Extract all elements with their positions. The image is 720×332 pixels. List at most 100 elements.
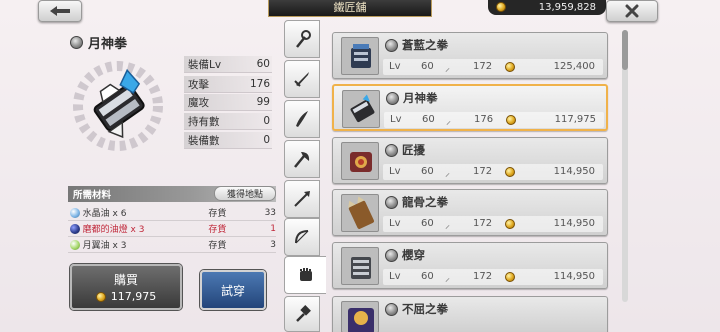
bow-icon — [295, 230, 309, 244]
attack-icon: ⸝ — [445, 273, 450, 284]
weapon-card[interactable]: 櫻穿 Lv 60 ⸝ 172 114,950 — [332, 242, 608, 289]
tab-sword[interactable] — [284, 60, 320, 98]
sword-icon — [294, 72, 309, 87]
back-button[interactable] — [38, 0, 82, 22]
attack-value: 176 — [474, 114, 494, 125]
tab-hammer[interactable] — [284, 296, 320, 332]
stat-value: 0 — [263, 134, 270, 146]
attack-value: 172 — [473, 61, 493, 72]
price-value: 114,950 — [553, 218, 595, 229]
stat-label: 持有數 — [188, 115, 220, 128]
buy-price: 117,975 — [95, 290, 156, 303]
tab-spear[interactable] — [284, 180, 320, 218]
weapon-type-badge-icon — [385, 38, 398, 52]
close-icon — [625, 4, 639, 18]
level-value: 60 — [421, 218, 434, 229]
material-stock-label: 存貨 — [208, 209, 227, 219]
try-on-button[interactable]: 試穿 — [200, 270, 266, 310]
level-value: 60 — [422, 114, 435, 125]
material-name: 水晶油 x 6 — [82, 209, 127, 219]
curved-blade-icon — [296, 111, 308, 127]
gauntlet-icon — [341, 37, 379, 75]
list-scrollbar[interactable] — [622, 30, 628, 302]
weapon-card[interactable]: 不屈之拳 — [332, 296, 608, 332]
back-arrow-icon — [50, 6, 70, 16]
stat-value: 0 — [263, 115, 270, 127]
weapon-name: 匠擾 — [402, 143, 425, 157]
moonwing-oil-icon — [70, 239, 80, 250]
weapon-name: 龍骨之拳 — [402, 195, 448, 209]
item-name: 月神拳 — [88, 37, 128, 52]
axe-icon — [294, 152, 310, 168]
gauntlet-icon — [341, 301, 379, 332]
stat-row-owned: 持有數 0 — [184, 113, 272, 130]
level-label: Lv — [390, 114, 402, 125]
attack-icon: ⸝ — [445, 63, 450, 74]
level-value: 60 — [421, 166, 434, 177]
tab-bow[interactable] — [284, 218, 320, 256]
weapon-name: 蒼藍之拳 — [402, 38, 448, 52]
level-value: 60 — [421, 271, 434, 282]
price-value: 117,975 — [554, 114, 596, 125]
weapon-card[interactable]: 匠擾 Lv 60 ⸝ 172 114,950 — [332, 137, 608, 184]
material-count: 3 — [270, 239, 277, 250]
tab-axe[interactable] — [284, 140, 320, 178]
close-button[interactable] — [606, 0, 658, 22]
weapon-card-selected[interactable]: 月神拳 Lv 60 ⸝ 176 117,975 — [332, 84, 608, 131]
attack-value: 172 — [473, 271, 493, 282]
tab-curved-blade[interactable] — [284, 100, 320, 138]
weapon-name: 月神拳 — [403, 91, 438, 105]
material-name: 磨都的油燈 x 3 — [82, 225, 145, 235]
buy-label: 購買 — [113, 273, 138, 287]
acquire-location-button[interactable]: 獲得地點 — [214, 186, 276, 201]
material-name: 月翼油 x 3 — [82, 241, 127, 251]
gauntlet-icon — [342, 90, 380, 128]
stat-label: 攻擊 — [188, 78, 209, 91]
material-row: 磨都的油燈 x 3 存貨 1 — [68, 221, 276, 237]
attack-icon: ⸝ — [445, 220, 450, 231]
material-row: 水晶油 x 6 存貨 33 — [68, 205, 276, 221]
weapon-name: 櫻穿 — [402, 248, 425, 262]
attack-icon: ⸝ — [446, 116, 451, 127]
stat-label: 裝備數 — [188, 134, 220, 147]
attack-value: 172 — [473, 218, 493, 229]
weapon-type-badge-icon — [386, 91, 399, 105]
list-scrollbar-thumb[interactable] — [622, 30, 628, 70]
stat-label: 裝備Lv — [188, 58, 222, 71]
weapon-name: 不屈之拳 — [402, 302, 448, 316]
item-type-badge-icon — [70, 36, 83, 49]
staff-icon — [296, 30, 311, 48]
level-label: Lv — [389, 166, 401, 177]
hammer-icon — [296, 305, 311, 322]
buy-button[interactable]: 購買 117,975 — [70, 264, 182, 310]
weapon-type-badge-icon — [385, 143, 398, 157]
fist-icon — [299, 268, 312, 281]
material-stock-label: 存貨 — [208, 241, 227, 251]
coin-icon — [505, 219, 515, 229]
material-count: 33 — [264, 207, 277, 218]
weapon-stats: Lv 60 ⸝ 172 114,950 — [383, 164, 603, 180]
attack-icon: ⸝ — [445, 168, 450, 179]
material-count: 1 — [270, 223, 277, 234]
gauntlet-icon — [341, 194, 379, 232]
price-value: 114,950 — [553, 271, 595, 282]
weapon-card[interactable]: 蒼藍之拳 Lv 60 ⸝ 172 125,400 — [332, 32, 608, 79]
weapon-type-badge-icon — [385, 195, 398, 209]
weapon-type-badge-icon — [385, 302, 398, 316]
stat-row-magic-attack: 魔攻 99 — [184, 94, 272, 111]
weapon-type-badge-icon — [385, 248, 398, 262]
level-label: Lv — [389, 61, 401, 72]
weapon-card[interactable]: 龍骨之拳 Lv 60 ⸝ 172 114,950 — [332, 189, 608, 236]
tab-staff[interactable] — [284, 20, 320, 58]
money-display: 13,959,828 — [488, 0, 606, 15]
coin-icon — [505, 272, 515, 282]
weapon-stats: Lv 60 ⸝ 176 117,975 — [384, 112, 604, 128]
stat-row-attack: 攻擊 176 — [184, 76, 272, 93]
tab-fist[interactable] — [284, 256, 326, 294]
coin-icon — [95, 291, 106, 302]
coin-icon — [505, 62, 515, 72]
price-value: 125,400 — [553, 61, 595, 72]
coin-icon — [506, 115, 516, 125]
weapon-stats: Lv 60 ⸝ 172 114,950 — [383, 216, 603, 232]
stat-row-equipped: 裝備數 0 — [184, 132, 272, 149]
